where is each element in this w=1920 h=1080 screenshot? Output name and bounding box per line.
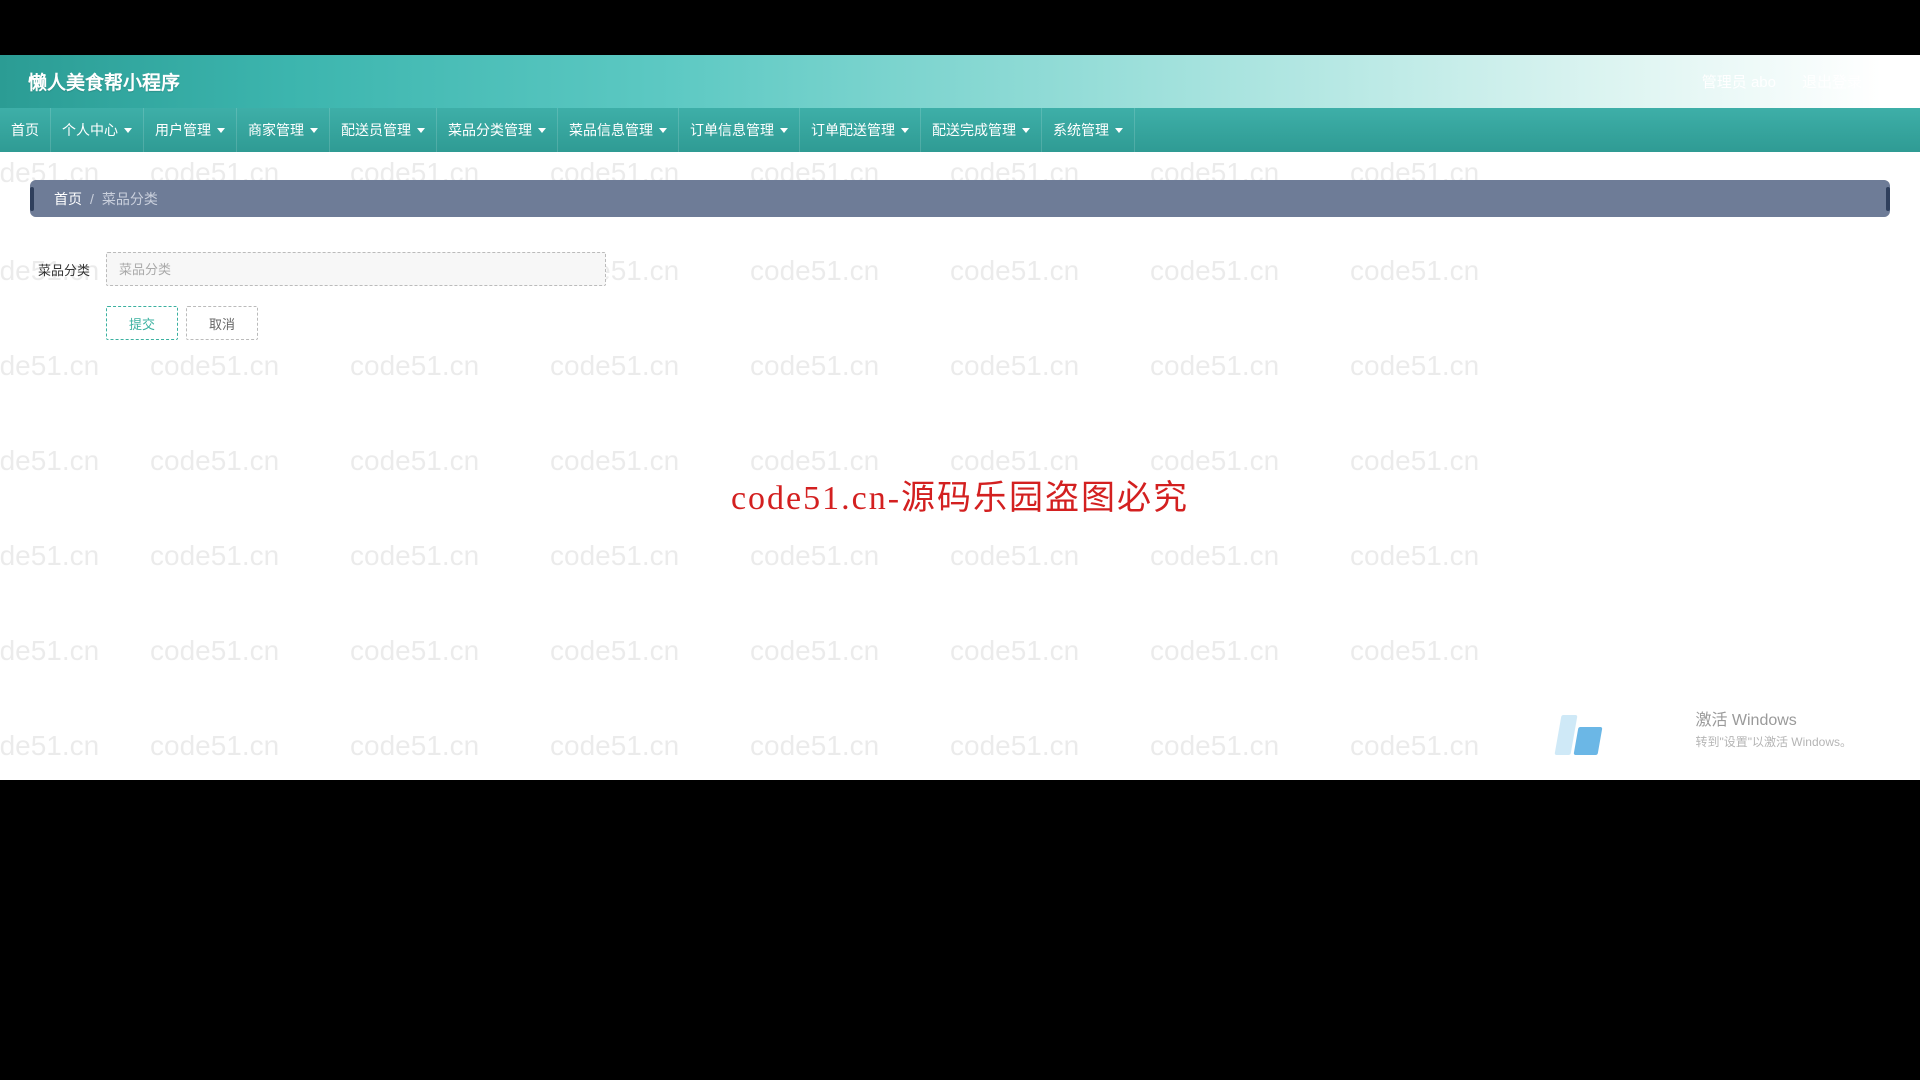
watermark-text: code51.cn: [350, 445, 479, 477]
app-viewport: code51.cn code51.cn code51.cn code51.cn code…: [0, 55, 1920, 780]
watermark-text: code51.cn: [150, 730, 279, 762]
chevron-down-icon: [659, 128, 667, 133]
breadcrumb: 首页 / 菜品分类: [30, 180, 1890, 217]
main-navbar: 首页 个人中心 用户管理 商家管理 配送员管理 菜品分类管理 菜品信息管理 订单信息管理 订单配…: [0, 108, 1920, 152]
category-input[interactable]: [106, 252, 606, 286]
breadcrumb-current: 菜品分类: [102, 189, 158, 209]
nav-item-label: 商家管理: [248, 120, 304, 140]
form-button-row: 提交 取消: [106, 306, 1890, 340]
activation-line2: 转到"设置"以激活 Windows。: [1695, 733, 1852, 750]
watermark-text: code51.cn: [950, 635, 1079, 667]
watermark-text: code51.cn: [1350, 540, 1479, 572]
cancel-button[interactable]: 取消: [186, 306, 258, 340]
breadcrumb-home[interactable]: 首页: [54, 189, 82, 209]
chevron-down-icon: [1115, 128, 1123, 133]
chevron-down-icon: [780, 128, 788, 133]
nav-item-label: 菜品分类管理: [448, 120, 532, 140]
category-field-label: 菜品分类: [38, 260, 96, 279]
chevron-down-icon: [1022, 128, 1030, 133]
nav-item-label: 订单配送管理: [811, 120, 895, 140]
nav-item-4[interactable]: 配送员管理: [330, 108, 437, 152]
watermark-text: code51.cn: [350, 635, 479, 667]
admin-label[interactable]: 管理员 abo: [1702, 71, 1776, 92]
nav-item-label: 菜品信息管理: [569, 120, 653, 140]
nav-item-2[interactable]: 用户管理: [144, 108, 237, 152]
breadcrumb-separator: /: [90, 191, 94, 207]
activation-line1: 激活 Windows: [1695, 706, 1852, 730]
watermark-text: code51.cn: [1350, 730, 1479, 762]
watermark-text: code51.cn: [550, 635, 679, 667]
watermark-text: code51.cn: [550, 445, 679, 477]
watermark-text: code51.cn: [0, 540, 99, 572]
nav-item-6[interactable]: 菜品信息管理: [558, 108, 679, 152]
watermark-text: code51.cn: [950, 730, 1079, 762]
nav-item-label: 用户管理: [155, 120, 211, 140]
chevron-down-icon: [217, 128, 225, 133]
windows-activation-notice: 激活 Windows 转到"设置"以激活 Windows。: [1695, 706, 1852, 750]
watermark-text: code51.cn: [150, 635, 279, 667]
app-header: 懒人美食帮小程序 管理员 abo 退出登录: [0, 55, 1920, 108]
watermark-text: code51.cn: [1150, 635, 1279, 667]
watermark-text: code51.cn: [0, 635, 99, 667]
watermark-text: code51.cn: [1150, 540, 1279, 572]
watermark-text: code51.cn: [150, 445, 279, 477]
submit-button[interactable]: 提交: [106, 306, 178, 340]
watermark-text: code51.cn: [1350, 445, 1479, 477]
watermark-text: code51.cn: [1150, 730, 1279, 762]
chevron-down-icon: [538, 128, 546, 133]
nav-item-8[interactable]: 订单配送管理: [800, 108, 921, 152]
watermark-text: code51.cn: [750, 540, 879, 572]
nav-item-label: 个人中心: [62, 120, 118, 140]
watermark-text: code51.cn: [950, 540, 1079, 572]
watermark-text: code51.cn: [350, 730, 479, 762]
nav-item-0[interactable]: 首页: [0, 108, 51, 152]
form-row-category: 菜品分类: [38, 252, 1890, 286]
logout-link[interactable]: 退出登录: [1802, 71, 1862, 92]
watermark-text: code51.cn: [750, 635, 879, 667]
watermark-text: code51.cn: [550, 730, 679, 762]
nav-item-label: 配送完成管理: [932, 120, 1016, 140]
watermark-text: code51.cn: [550, 540, 679, 572]
nav-item-label: 配送员管理: [341, 120, 411, 140]
footer-logo-icon: [1558, 715, 1600, 755]
watermark-text: code51.cn: [0, 730, 99, 762]
chevron-down-icon: [310, 128, 318, 133]
chevron-down-icon: [417, 128, 425, 133]
app-title: 懒人美食帮小程序: [28, 68, 180, 95]
nav-item-label: 首页: [11, 120, 39, 140]
center-watermark-text: code51.cn-源码乐园盗图必究: [731, 470, 1189, 519]
watermark-text: code51.cn: [350, 540, 479, 572]
chevron-down-icon: [124, 128, 132, 133]
nav-item-5[interactable]: 菜品分类管理: [437, 108, 558, 152]
header-right: 管理员 abo 退出登录: [1702, 71, 1892, 92]
nav-item-label: 系统管理: [1053, 120, 1109, 140]
nav-item-7[interactable]: 订单信息管理: [679, 108, 800, 152]
nav-item-3[interactable]: 商家管理: [237, 108, 330, 152]
watermark-text: code51.cn: [1350, 635, 1479, 667]
watermark-text: code51.cn: [0, 445, 99, 477]
nav-item-1[interactable]: 个人中心: [51, 108, 144, 152]
nav-item-10[interactable]: 系统管理: [1042, 108, 1135, 152]
chevron-down-icon: [901, 128, 909, 133]
nav-item-label: 订单信息管理: [690, 120, 774, 140]
watermark-text: code51.cn: [750, 730, 879, 762]
content-area: 首页 / 菜品分类 菜品分类 提交 取消: [0, 152, 1920, 368]
watermark-text: code51.cn: [150, 540, 279, 572]
category-form: 菜品分类 提交 取消: [30, 252, 1890, 340]
nav-item-9[interactable]: 配送完成管理: [921, 108, 1042, 152]
